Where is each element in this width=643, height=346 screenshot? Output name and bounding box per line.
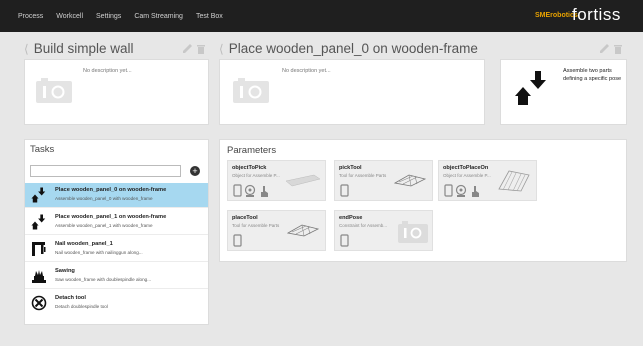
task-item[interactable]: Place wooden_panel_0 on wooden-frame Ass… (25, 183, 208, 208)
tablet-icon[interactable] (340, 184, 349, 197)
parameter-description: Constraint for Assemb... (339, 223, 388, 228)
task-edit-delete-icons (600, 44, 622, 54)
hand-guide-icon[interactable] (472, 186, 479, 197)
parameter-source-icons (340, 234, 349, 247)
parameter-source-icons (233, 184, 268, 198)
task-item-name: Nail wooden_panel_1 (55, 241, 113, 247)
parameter-source-icons (444, 184, 479, 198)
add-task-button[interactable]: + (190, 166, 200, 176)
task-item-name: Sawing (55, 268, 75, 274)
nav-settings[interactable]: Settings (96, 13, 121, 20)
task-item[interactable]: Sawing Saw wooden_frame with doublespind… (25, 264, 208, 289)
process-title-row: ⟨ Build simple wall (24, 41, 133, 56)
trash-icon[interactable] (614, 45, 622, 54)
parameter-source-icons (340, 184, 349, 197)
gripper-tool-preview-icon (393, 174, 427, 187)
hand-guide-icon[interactable] (261, 186, 268, 197)
camera-placeholder-icon (398, 221, 428, 243)
parameter-name: endPose (339, 215, 363, 221)
pencil-icon[interactable] (600, 44, 609, 53)
task-item[interactable]: Nail wooden_panel_1 Nail wooden_frame wi… (25, 237, 208, 262)
parameter-card-object-to-place-on[interactable]: objectToPlaceOn Object for Assemble P... (438, 160, 537, 201)
task-title: Place wooden_panel_0 on wooden-frame (228, 41, 478, 56)
parameter-card-pick-tool[interactable]: pickTool Tool for Assemble Parts (334, 160, 433, 201)
nav-test-box[interactable]: Test Box (196, 13, 223, 20)
tablet-icon[interactable] (444, 184, 453, 197)
trash-icon[interactable] (197, 45, 205, 54)
task-type-description: Assemble two parts defining a specific p… (563, 68, 622, 82)
process-description: No description yet... (83, 68, 132, 74)
nav-cam-streaming[interactable]: Cam Streaming (134, 13, 183, 20)
frame-preview-icon (498, 170, 530, 192)
assemble-icon (515, 71, 546, 105)
nailgun-icon (32, 242, 46, 256)
assemble-icon (31, 187, 46, 203)
nav-process[interactable]: Process (18, 13, 43, 20)
task-item-description: Saw wooden_frame with doublespindle alon… (55, 277, 152, 282)
gripper-tool-preview-icon (286, 224, 320, 237)
parameter-card-place-tool[interactable]: placeTool Tool for Assemble Parts (227, 210, 326, 251)
task-item[interactable]: Place wooden_panel_1 on wooden-frame Ass… (25, 210, 208, 235)
camera-placeholder-icon[interactable] (232, 77, 270, 104)
task-item-description: Detach doublespindle tool (55, 304, 108, 309)
panel-preview-icon (285, 174, 321, 187)
fortiss-logo: fortiss (572, 5, 621, 24)
top-navigation-bar: Process Workcell Settings Cam Streaming … (0, 0, 643, 32)
task-item-description: Nail wooden_frame with nailinggun along.… (55, 250, 143, 255)
process-title: Build simple wall (33, 41, 134, 56)
parameters-heading: Parameters (227, 145, 277, 156)
vision-icon[interactable] (455, 184, 467, 198)
back-chevron-icon[interactable]: ⟨ (219, 42, 224, 56)
detach-icon (31, 295, 47, 311)
task-item[interactable]: Detach tool Detach doublespindle tool (25, 291, 208, 316)
tablet-icon[interactable] (233, 184, 242, 197)
task-item-name: Place wooden_panel_1 on wooden-frame (55, 214, 167, 220)
back-chevron-icon[interactable]: ⟨ (24, 42, 29, 56)
parameter-card-object-to-pick[interactable]: objectToPick Object for Assemble P... (227, 160, 326, 201)
parameter-name: placeTool (232, 215, 258, 221)
task-title-row: ⟨ Place wooden_panel_0 on wooden-frame (219, 41, 478, 56)
pencil-icon[interactable] (183, 44, 192, 53)
saw-icon (32, 270, 46, 283)
parameter-name: objectToPlaceOn (443, 165, 489, 171)
parameter-name: objectToPick (232, 165, 267, 171)
process-description-card: No description yet... (24, 59, 209, 125)
nav-workcell[interactable]: Workcell (56, 13, 83, 20)
tablet-icon[interactable] (340, 234, 349, 247)
tasks-heading: Tasks (30, 144, 55, 155)
parameter-name: pickTool (339, 165, 362, 171)
task-description: No description yet... (282, 68, 331, 74)
process-edit-delete-icons (183, 44, 205, 54)
assemble-icon (31, 214, 46, 230)
task-item-description: Assemble wooden_panel_1 with wooden_fram… (55, 223, 153, 228)
parameter-source-icons (233, 234, 242, 247)
parameter-card-end-pose[interactable]: endPose Constraint for Assemb... (334, 210, 433, 251)
task-item-description: Assemble wooden_panel_0 with wooden_fram… (55, 196, 153, 201)
main-nav: Process Workcell Settings Cam Streaming … (18, 0, 236, 32)
task-item-name: Place wooden_panel_0 on wooden-frame (55, 187, 167, 193)
camera-placeholder-icon[interactable] (35, 77, 73, 104)
tablet-icon[interactable] (233, 234, 242, 247)
vision-icon[interactable] (244, 184, 256, 198)
task-search-input[interactable] (30, 165, 181, 177)
task-description-card: No description yet... (219, 59, 485, 125)
task-item-name: Detach tool (55, 295, 86, 301)
